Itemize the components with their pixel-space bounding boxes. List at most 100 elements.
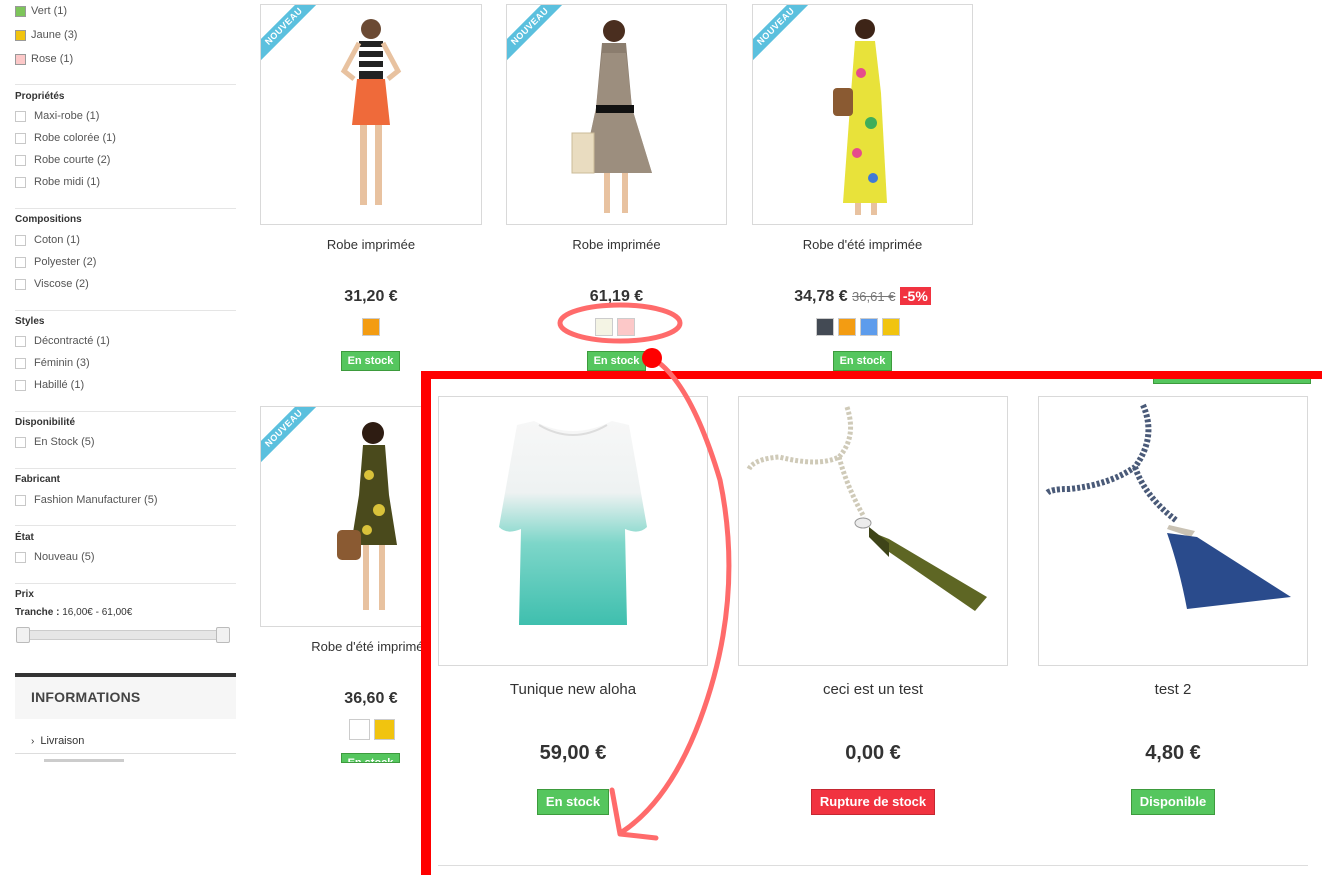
new-badge: NOUVEAU <box>261 407 322 466</box>
filter-item[interactable]: Nouveau (5) <box>15 549 95 565</box>
filter-label: Polyester (2) <box>34 256 97 268</box>
color-swatch-orange[interactable] <box>362 318 380 336</box>
filter-item[interactable]: Robe courte (2) <box>15 152 110 168</box>
color-swatch-green <box>15 5 26 17</box>
filter-label: En Stock (5) <box>34 436 95 448</box>
checkbox[interactable] <box>15 335 26 347</box>
highlight-frame-left <box>421 371 431 875</box>
filter-label: Maxi-robe (1) <box>34 110 100 122</box>
color-options <box>595 318 635 336</box>
checkbox[interactable] <box>15 436 26 448</box>
filter-label: Jaune (3) <box>31 29 78 41</box>
link-livraison[interactable]: › Livraison <box>31 735 84 747</box>
new-badge: NOUVEAU <box>261 5 322 64</box>
tassel-necklace-photo <box>1044 403 1291 609</box>
filter-item[interactable]: Décontracté (1) <box>15 333 110 349</box>
stock-badge: Rupture de stock <box>811 789 935 815</box>
color-swatch-blue[interactable] <box>860 318 878 336</box>
checkbox[interactable] <box>15 357 26 369</box>
filter-item[interactable]: Polyester (2) <box>15 254 96 270</box>
filter-label: Robe midi (1) <box>34 176 101 188</box>
product-price: 31,20 € <box>344 288 398 305</box>
color-swatch-orange[interactable] <box>838 318 856 336</box>
color-swatch-dark-gray[interactable] <box>816 318 834 336</box>
tunic-photo <box>499 421 647 625</box>
product-image[interactable] <box>438 396 708 666</box>
checkbox[interactable] <box>15 132 26 144</box>
filter-label: Féminin (3) <box>34 357 90 369</box>
old-price: 36,61 € <box>852 289 896 304</box>
checkbox[interactable] <box>15 494 26 506</box>
new-badge: NOUVEAU <box>507 5 568 64</box>
divider <box>15 208 236 209</box>
color-swatch-pink[interactable] <box>617 318 635 336</box>
filter-label: Vert (1) <box>31 5 68 17</box>
filter-title-proprietes: Propriétés <box>15 91 65 102</box>
product-image[interactable]: NOUVEAU <box>752 4 973 225</box>
filter-label: Rose (1) <box>31 53 74 65</box>
product-image[interactable]: NOUVEAU <box>260 4 482 225</box>
stock-badge: Disponible <box>1131 789 1215 815</box>
range-value: 16,00€ - 61,00€ <box>62 607 133 618</box>
filter-color-rose[interactable]: Rose (1) <box>15 51 73 67</box>
product-image[interactable] <box>738 396 1008 666</box>
product-image[interactable]: NOUVEAU <box>506 4 727 225</box>
filter-item[interactable]: Viscose (2) <box>15 276 89 292</box>
model-photo <box>337 422 397 610</box>
filter-label: Coton (1) <box>34 234 80 246</box>
checkbox[interactable] <box>15 234 26 246</box>
filter-title-prix: Prix <box>15 589 34 600</box>
divider <box>15 468 236 469</box>
divider <box>15 411 236 412</box>
product-image[interactable] <box>1038 396 1308 666</box>
color-swatch-white[interactable] <box>349 719 370 740</box>
product-name[interactable]: test 2 <box>1038 681 1308 698</box>
color-options <box>362 318 380 336</box>
filter-item[interactable]: En Stock (5) <box>15 434 95 450</box>
divider <box>15 583 236 584</box>
filter-item[interactable]: Coton (1) <box>15 232 80 248</box>
filter-label: Décontracté (1) <box>34 335 110 347</box>
checkbox[interactable] <box>15 110 26 122</box>
checkbox[interactable] <box>15 256 26 268</box>
necklace-photo <box>746 406 987 611</box>
color-swatch-beige[interactable] <box>595 318 613 336</box>
informations-title: INFORMATIONS <box>31 689 141 705</box>
filter-item[interactable]: Robe colorée (1) <box>15 130 116 146</box>
new-badge: NOUVEAU <box>753 5 814 64</box>
checkbox[interactable] <box>15 154 26 166</box>
model-photo <box>571 20 652 213</box>
filter-title-compositions: Compositions <box>15 214 82 225</box>
filter-item[interactable]: Habillé (1) <box>15 377 84 393</box>
checkbox[interactable] <box>15 278 26 290</box>
color-swatch-yellow[interactable] <box>374 719 395 740</box>
checkbox[interactable] <box>15 176 26 188</box>
color-swatch-yellow <box>15 29 26 41</box>
stock-badge: En stock <box>341 351 400 371</box>
price-slider-min-handle[interactable] <box>16 627 30 643</box>
product-name[interactable]: Tunique new aloha <box>438 681 708 698</box>
color-swatch-yellow[interactable] <box>882 318 900 336</box>
filter-item[interactable]: Maxi-robe (1) <box>15 108 99 124</box>
divider <box>15 753 236 754</box>
divider <box>15 525 236 526</box>
filter-color-vert[interactable]: Vert (1) <box>15 3 67 19</box>
filter-color-jaune[interactable]: Jaune (3) <box>15 27 77 43</box>
product-name[interactable]: Robe imprimée <box>260 237 482 252</box>
stock-badge: En stock <box>587 351 646 371</box>
checkbox[interactable] <box>15 551 26 563</box>
filter-label: Viscose (2) <box>34 278 89 290</box>
product-name[interactable]: ceci est un test <box>738 681 1008 698</box>
filter-item[interactable]: Fashion Manufacturer (5) <box>15 492 158 508</box>
filter-item[interactable]: Féminin (3) <box>15 355 90 371</box>
price-slider-max-handle[interactable] <box>216 627 230 643</box>
filter-item[interactable]: Robe midi (1) <box>15 174 100 190</box>
filter-title-disponibilite: Disponibilité <box>15 417 75 428</box>
checkbox[interactable] <box>15 379 26 391</box>
divider <box>15 310 236 311</box>
filter-title-etat: État <box>15 532 34 543</box>
product-price-group: 34,78 € 36,61 € -5% <box>752 287 973 306</box>
price-slider-track[interactable] <box>18 630 230 640</box>
product-name[interactable]: Robe imprimée <box>506 237 727 252</box>
product-name[interactable]: Robe d'été imprimée <box>752 237 973 252</box>
